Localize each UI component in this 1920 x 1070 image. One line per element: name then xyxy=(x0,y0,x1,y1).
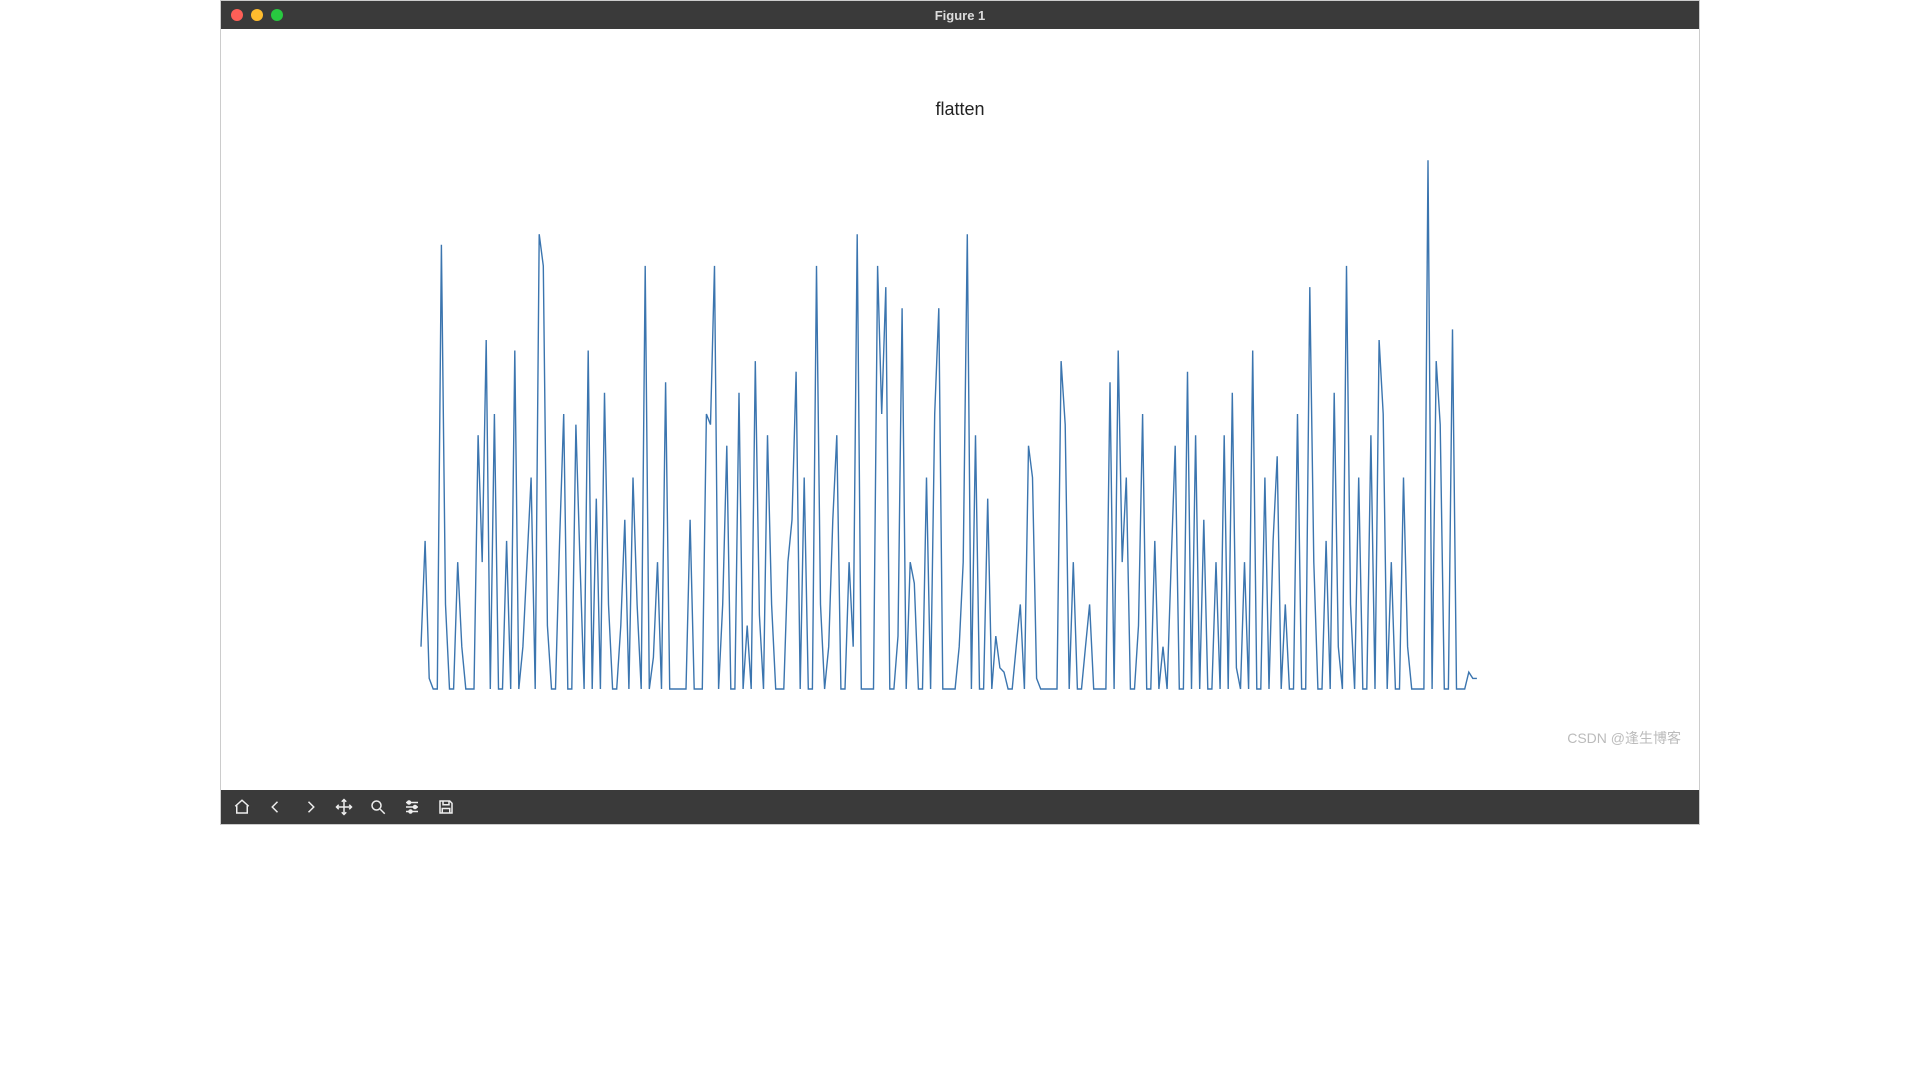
back-button[interactable] xyxy=(259,792,293,822)
home-button[interactable] xyxy=(225,792,259,822)
back-icon xyxy=(267,798,285,816)
zoom-icon xyxy=(369,798,387,816)
forward-icon xyxy=(301,798,319,816)
save-icon xyxy=(437,798,455,816)
maximize-icon[interactable] xyxy=(271,9,283,21)
pan-icon xyxy=(335,798,353,816)
figure-window: Figure 1 flatten CSDN @逢生博客 xyxy=(220,0,1700,825)
window-controls xyxy=(231,9,283,21)
pan-button[interactable] xyxy=(327,792,361,822)
zoom-button[interactable] xyxy=(361,792,395,822)
matplotlib-toolbar xyxy=(221,790,1699,824)
minimize-icon[interactable] xyxy=(251,9,263,21)
window-title: Figure 1 xyxy=(221,8,1699,23)
plot-canvas[interactable]: flatten CSDN @逢生博客 xyxy=(221,29,1699,790)
save-button[interactable] xyxy=(429,792,463,822)
close-icon[interactable] xyxy=(231,9,243,21)
forward-button[interactable] xyxy=(293,792,327,822)
configure-button[interactable] xyxy=(395,792,429,822)
home-icon xyxy=(233,798,251,816)
line-plot xyxy=(221,29,1701,789)
titlebar: Figure 1 xyxy=(221,1,1699,29)
configure-icon xyxy=(403,798,421,816)
